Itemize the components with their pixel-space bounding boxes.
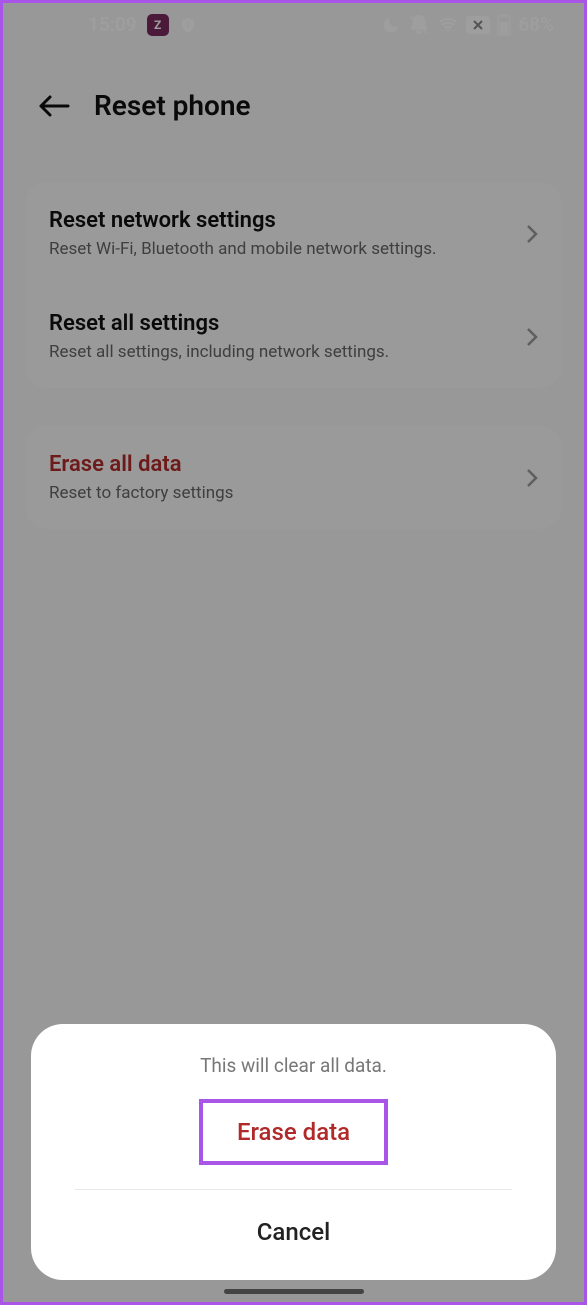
divider — [75, 1189, 512, 1190]
sheet-message: This will clear all data. — [55, 1054, 532, 1077]
confirm-sheet: This will clear all data. Erase data Can… — [31, 1024, 556, 1280]
erase-data-button[interactable]: Erase data — [199, 1099, 388, 1165]
home-indicator[interactable] — [224, 1289, 364, 1294]
cancel-button[interactable]: Cancel — [55, 1212, 532, 1252]
